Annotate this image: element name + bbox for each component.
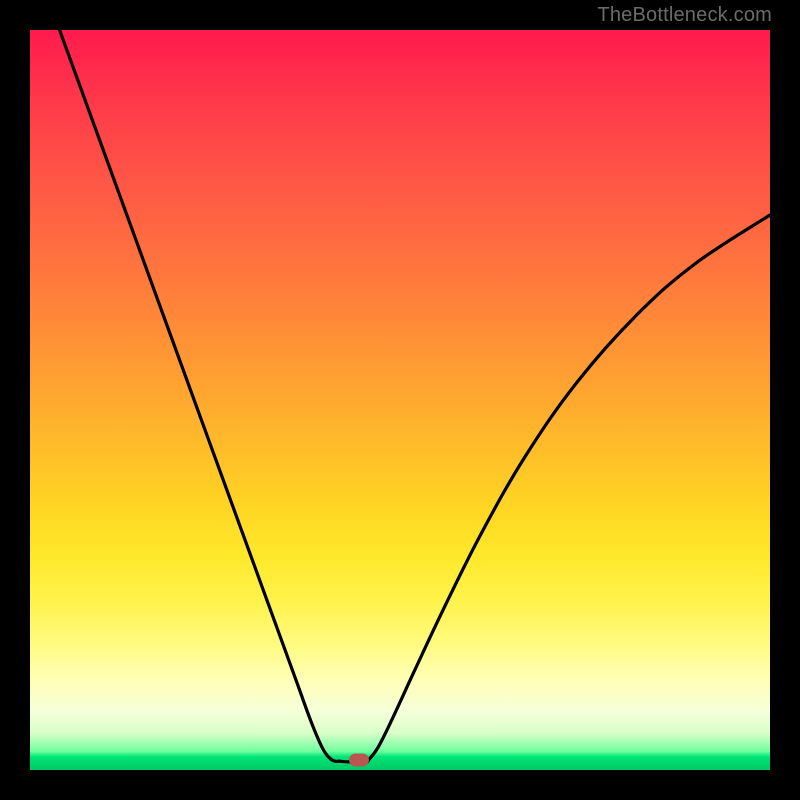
chart-frame: TheBottleneck.com: [0, 0, 800, 800]
watermark-text: TheBottleneck.com: [597, 4, 772, 27]
optimum-marker: [349, 753, 369, 766]
bottleneck-curve: [30, 30, 770, 770]
plot-area: [30, 30, 770, 770]
